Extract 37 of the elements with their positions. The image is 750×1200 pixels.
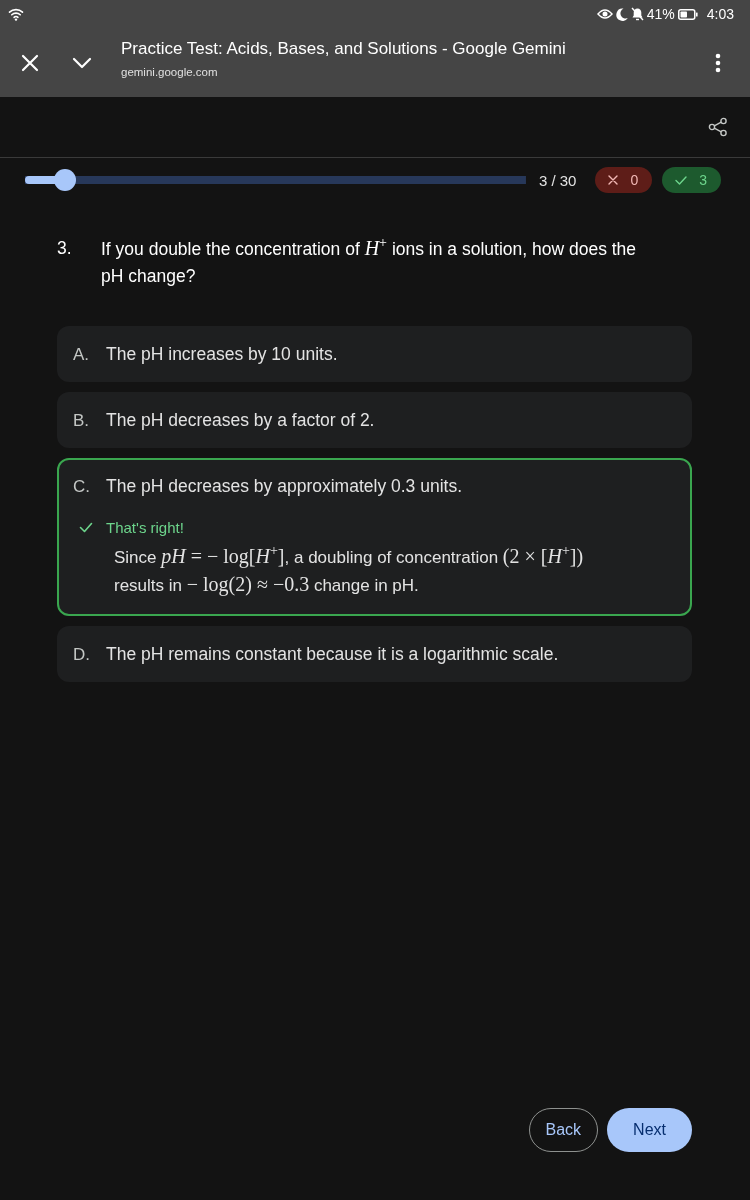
option-letter: A. bbox=[73, 343, 91, 366]
question-counter: 3 / 30 bbox=[538, 171, 577, 189]
muted-bell-icon bbox=[630, 7, 644, 21]
option-text: The pH remains constant because it is a logarithmic scale. bbox=[106, 642, 559, 666]
chevron-down-icon[interactable] bbox=[72, 56, 92, 69]
question-number: 3. bbox=[57, 237, 73, 260]
close-icon[interactable] bbox=[21, 53, 39, 72]
page-title: Practice Test: Acids, Bases, and Solutions - Google Gemini bbox=[121, 38, 567, 60]
option-letter: B. bbox=[73, 409, 91, 432]
cross-icon bbox=[608, 175, 619, 185]
answer-option[interactable]: B. The pH decreases by a factor of 2. bbox=[57, 392, 692, 448]
option-text: The pH decreases by approximately 0.3 units. bbox=[106, 474, 462, 498]
page-url: gemini.google.com bbox=[121, 65, 219, 79]
answer-option[interactable]: D. The pH remains constant because it is a logarithmic scale. bbox=[57, 626, 692, 682]
battery-percent: 41% bbox=[646, 6, 675, 22]
option-text: The pH decreases by a factor of 2. bbox=[106, 408, 375, 432]
next-button[interactable]: Next bbox=[607, 1108, 692, 1152]
wrong-count: 0 bbox=[630, 172, 639, 188]
battery-icon bbox=[677, 8, 698, 20]
correct-count: 3 bbox=[699, 172, 707, 188]
question-text: If you double the concentration of H$^{+}$ ions in a solution, how does the pH change? bbox=[101, 235, 638, 288]
clock-time: 4:03 bbox=[706, 6, 734, 22]
eye-icon bbox=[596, 8, 613, 20]
moon-icon bbox=[615, 7, 628, 21]
option-text: The pH increases by 10 units. bbox=[106, 342, 338, 366]
check-icon bbox=[79, 521, 93, 533]
share-icon[interactable] bbox=[708, 117, 728, 137]
more-options-icon[interactable] bbox=[715, 52, 721, 73]
wifi-icon bbox=[8, 7, 24, 21]
check-icon bbox=[675, 175, 688, 185]
option-letter: C. bbox=[73, 475, 91, 498]
progress-thumb[interactable] bbox=[54, 169, 77, 191]
feedback-verdict: That's right! bbox=[106, 518, 184, 536]
answer-option[interactable]: C. The pH decreases by approximately 0.3 units. That's right! Since pH = − log[H$^{+}$], a doubling of concentration (2 × [H$^{+}$]) results in − log(2) ≈ −0.3 change in pH. bbox=[57, 458, 692, 616]
answer-option[interactable]: A. The pH increases by 10 units. bbox=[57, 326, 692, 382]
option-letter: D. bbox=[73, 643, 91, 666]
feedback-explanation: Since pH = − log[H$^{+}$], a doubling of concentration (2 × [H$^{+}$]) results in − log(2) ≈ −0.3 change in pH. bbox=[113, 542, 585, 598]
